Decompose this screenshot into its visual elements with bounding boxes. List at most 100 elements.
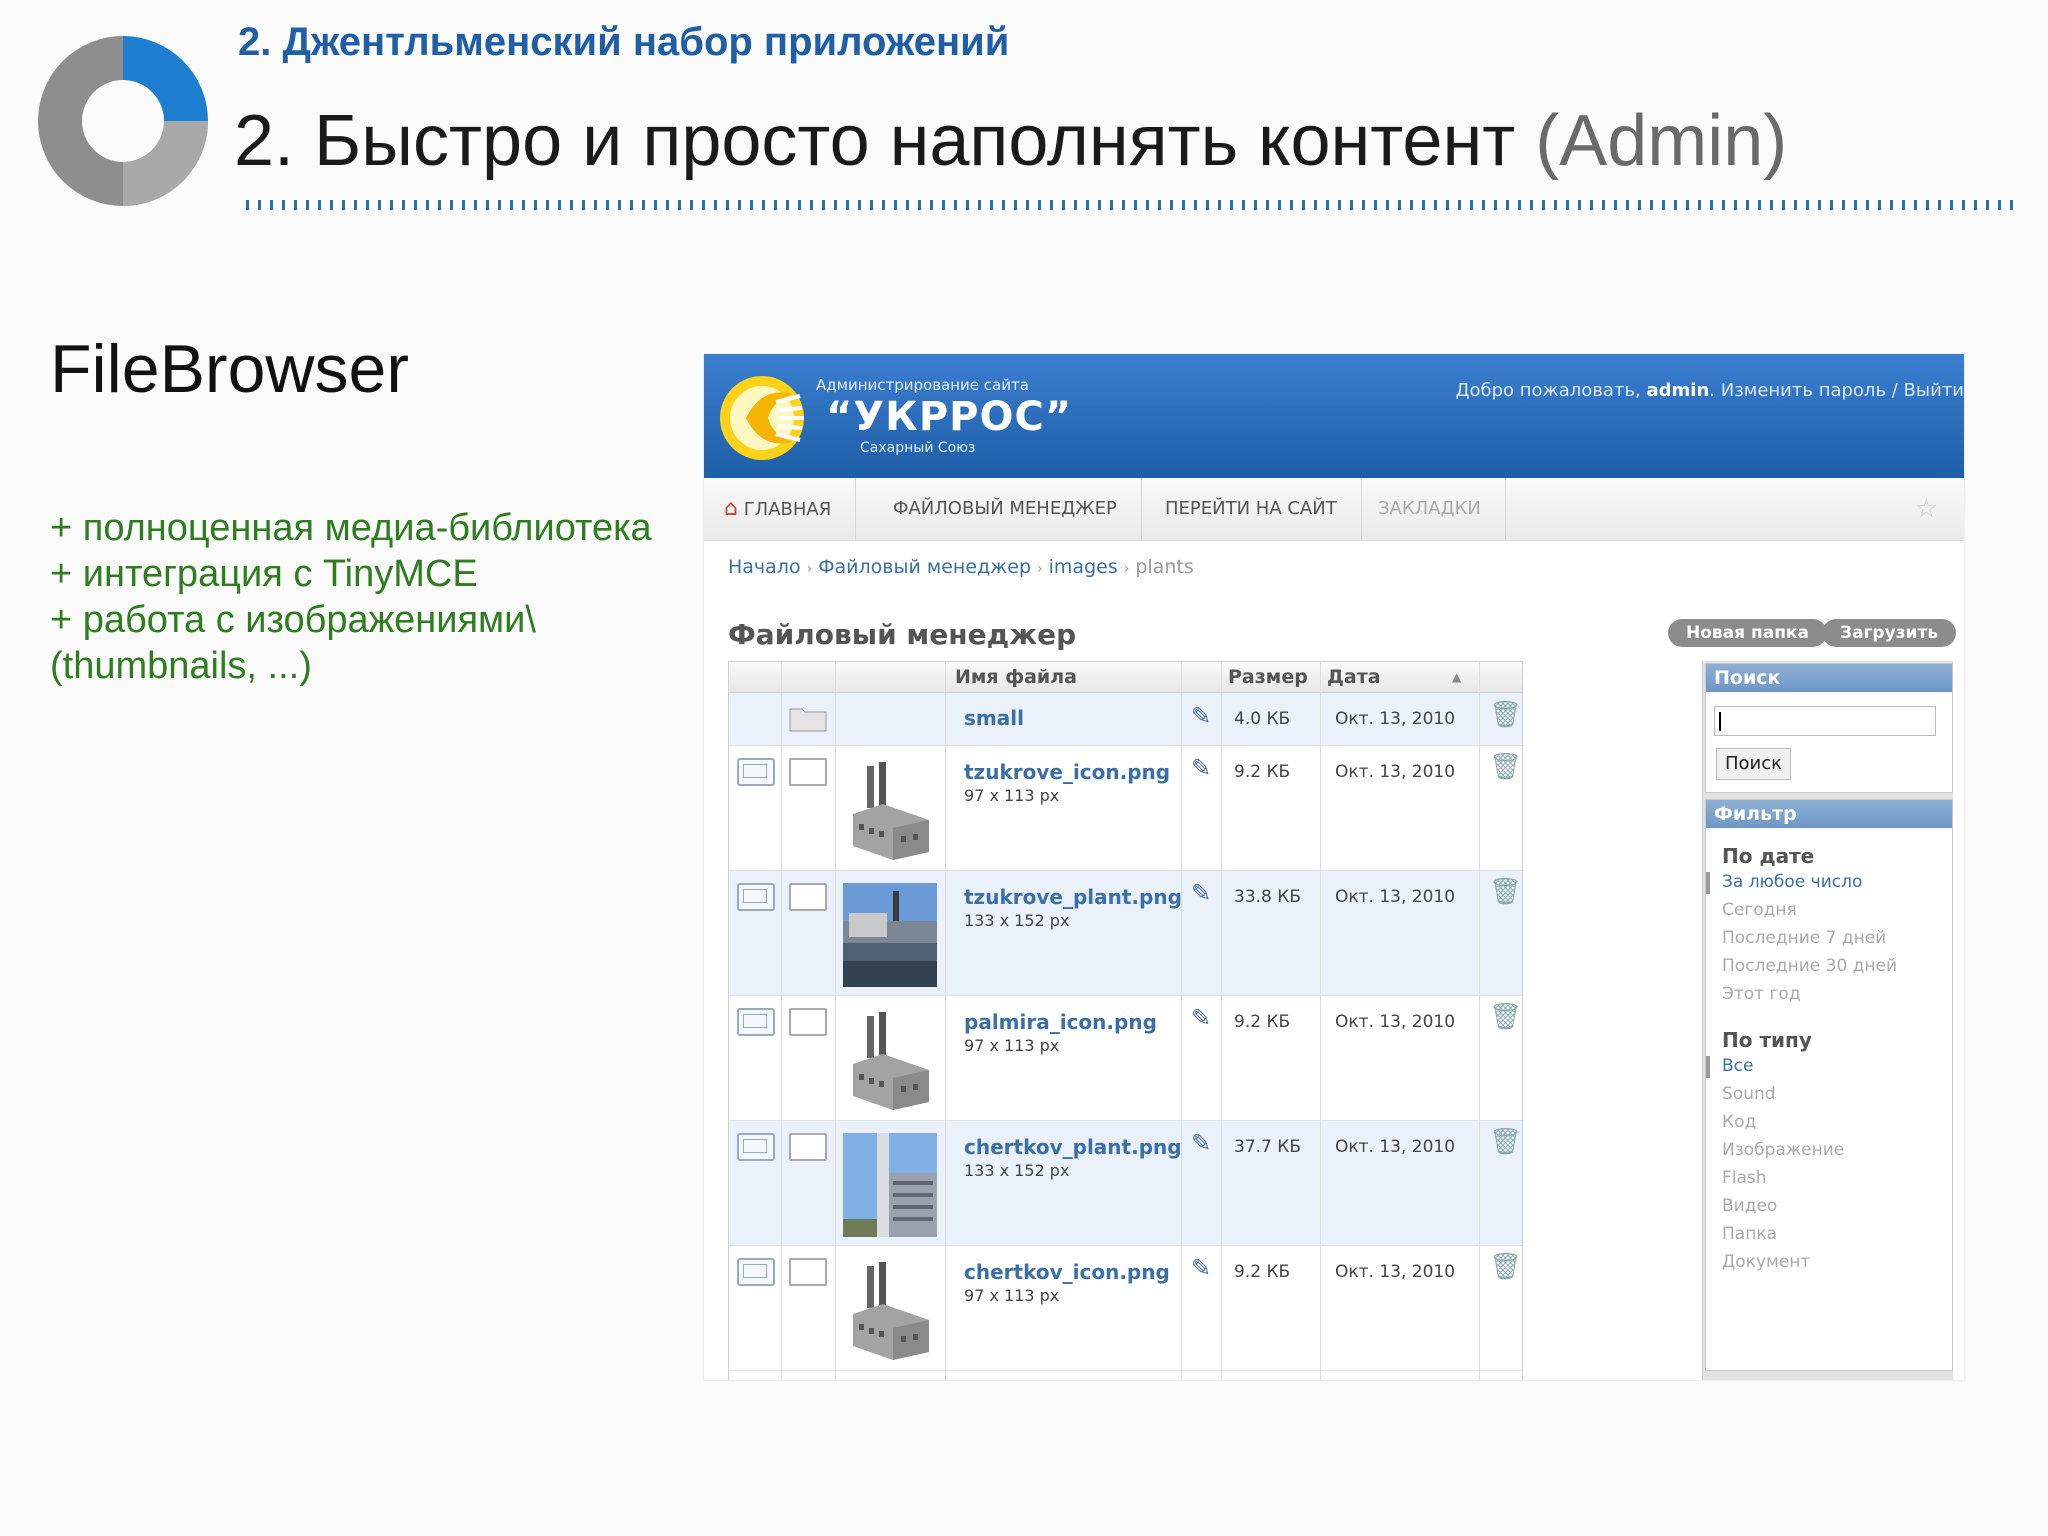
column-divider [945,662,946,1380]
edit-pencil-icon[interactable]: ✎ [1191,1004,1211,1032]
page-title: Файловый менеджер [728,618,1077,651]
filter-panel: Фильтр По дате За любое число Сегодня По… [1705,799,1953,1371]
nav-home[interactable]: ⌂ ГЛАВНАЯ [704,478,857,540]
section-subtitle: 2. Джентльменский набор приложений [238,20,1010,64]
nav-go-to-site[interactable]: ПЕРЕЙТИ НА САЙТ [1141,478,1362,540]
file-name-link[interactable]: small [964,706,1024,730]
file-size: 9.2 КБ [1234,1262,1291,1282]
breadcrumb-sep-icon: › [806,561,813,577]
file-size: 37.7 КБ [1234,1137,1301,1157]
column-header-name[interactable]: Имя файла [955,662,1077,692]
select-image-icon[interactable] [737,1133,775,1161]
select-checkbox-icon[interactable] [789,758,827,786]
home-icon: ⌂ [724,496,738,521]
filter-type-flash[interactable]: Flash [1722,1168,1767,1188]
file-name-link[interactable]: tzukrove_icon.png [964,760,1170,784]
admin-screenshot: Администрирование сайта “УКРРОС” Сахарны… [704,354,1964,1380]
file-date: Окт. 13, 2010 [1335,762,1456,782]
filter-type-all[interactable]: Все [1722,1056,1753,1076]
filter-panel-title: Фильтр [1706,800,1952,828]
upload-button[interactable]: Загрузить [1822,619,1957,647]
admin-caption: Администрирование сайта [816,376,1029,394]
file-name-link[interactable]: chertkov_icon.png [964,1260,1170,1284]
filter-type-video[interactable]: Видео [1722,1196,1777,1216]
file-name-link[interactable]: palmira_icon.png [964,1010,1157,1034]
breadcrumb: Начало › Файловый менеджер › images › plants [728,556,1194,578]
nav-bookmarks[interactable]: ЗАКЛАДКИ [1354,478,1506,540]
welcome-text: Добро пожаловать, [1455,380,1647,401]
column-divider [1221,662,1222,1380]
image-dimensions: 97 x 113 px [964,1036,1060,1055]
sort-asc-icon: ▲ [1452,670,1462,684]
select-image-icon[interactable] [737,758,775,786]
brand-name: “УКРРОС” [826,394,1073,440]
folder-icon [789,708,827,732]
select-image-icon[interactable] [737,883,775,911]
feature-bullet: + интеграция с TinyMCE [50,553,478,595]
filter-date-any[interactable]: За любое число [1722,872,1862,892]
feature-heading: FileBrowser [50,331,409,407]
title-divider [246,200,2022,210]
filter-type-folder[interactable]: Папка [1722,1224,1777,1244]
file-name-link[interactable]: chertkov_plant.png [964,1135,1182,1159]
filter-type-code[interactable]: Код [1722,1112,1756,1132]
edit-pencil-icon[interactable]: ✎ [1191,1254,1211,1282]
image-dimensions: 97 x 113 px [964,1286,1060,1305]
breadcrumb-file-manager[interactable]: Файловый менеджер [818,556,1031,578]
new-folder-button[interactable]: Новая папка [1668,619,1827,647]
file-size: 9.2 КБ [1234,1012,1291,1032]
trash-icon[interactable]: 🗑 [1489,1002,1522,1032]
factory-thumbnail [843,758,937,862]
filter-type-image[interactable]: Изображение [1722,1140,1844,1160]
file-table: Имя файла Размер Дата ▲ small ✎ 4.0 КБ О… [728,661,1523,1380]
trash-icon[interactable]: 🗑 [1489,700,1522,730]
trash-icon[interactable]: 🗑 [1489,877,1522,907]
file-name-link[interactable]: tzukrove_plant.png [964,885,1182,909]
select-image-icon[interactable] [737,1258,775,1286]
column-divider [1320,662,1321,1380]
breadcrumb-current: plants [1135,556,1194,578]
select-checkbox-icon[interactable] [789,1258,827,1286]
select-checkbox-icon[interactable] [789,883,827,911]
filter-group-date: По дате [1722,844,1815,868]
file-size: 9.2 КБ [1234,762,1291,782]
select-image-icon[interactable] [737,1008,775,1036]
table-header [729,662,1522,693]
user-links[interactable]: . Изменить пароль / Выйти [1709,380,1964,401]
star-icon[interactable]: ☆ [1915,494,1938,524]
breadcrumb-images[interactable]: images [1049,556,1118,578]
admin-header: Администрирование сайта “УКРРОС” Сахарны… [704,354,1964,478]
edit-pencil-icon[interactable]: ✎ [1191,754,1211,782]
trash-icon[interactable]: 🗑 [1489,1127,1522,1157]
image-dimensions: 133 x 152 px [964,911,1070,930]
search-button[interactable]: Поиск [1716,748,1792,780]
factory-thumbnail [843,1008,937,1112]
slide-title: 2. Быстро и просто наполнять контент (Ad… [234,100,1787,182]
nav-file-manager[interactable]: ФАЙЛОВЫЙ МЕНЕДЖЕР [869,478,1142,540]
breadcrumb-home[interactable]: Начало [728,556,801,578]
feature-bullet: + полноценная медиа-библиотека [50,507,652,549]
column-header-date[interactable]: Дата [1327,662,1381,692]
edit-pencil-icon[interactable]: ✎ [1191,702,1211,730]
search-panel: Поиск Поиск [1705,663,1953,793]
filter-date-7days[interactable]: Последние 7 дней [1722,928,1886,948]
column-header-size[interactable]: Размер [1228,662,1308,692]
trash-icon[interactable]: 🗑 [1489,752,1522,782]
edit-pencil-icon[interactable]: ✎ [1191,879,1211,907]
search-input[interactable] [1714,706,1936,736]
filter-date-year[interactable]: Этот год [1722,984,1801,1004]
sidebar: Поиск Поиск Фильтр По дате За любое числ… [1702,661,1953,1380]
select-checkbox-icon[interactable] [789,1008,827,1036]
breadcrumb-sep-icon: › [1037,561,1043,577]
nav-home-label: ГЛАВНАЯ [743,499,832,520]
filter-date-30days[interactable]: Последние 30 дней [1722,956,1897,976]
edit-pencil-icon[interactable]: ✎ [1191,1129,1211,1157]
filter-type-sound[interactable]: Sound [1722,1084,1776,1104]
filter-type-document[interactable]: Документ [1722,1252,1810,1272]
select-checkbox-icon[interactable] [789,1133,827,1161]
file-date: Окт. 13, 2010 [1335,1262,1456,1282]
text-cursor [1719,712,1721,731]
trash-icon[interactable]: 🗑 [1489,1252,1522,1282]
slide-title-suffix: (Admin) [1535,101,1788,181]
filter-date-today[interactable]: Сегодня [1722,900,1797,920]
